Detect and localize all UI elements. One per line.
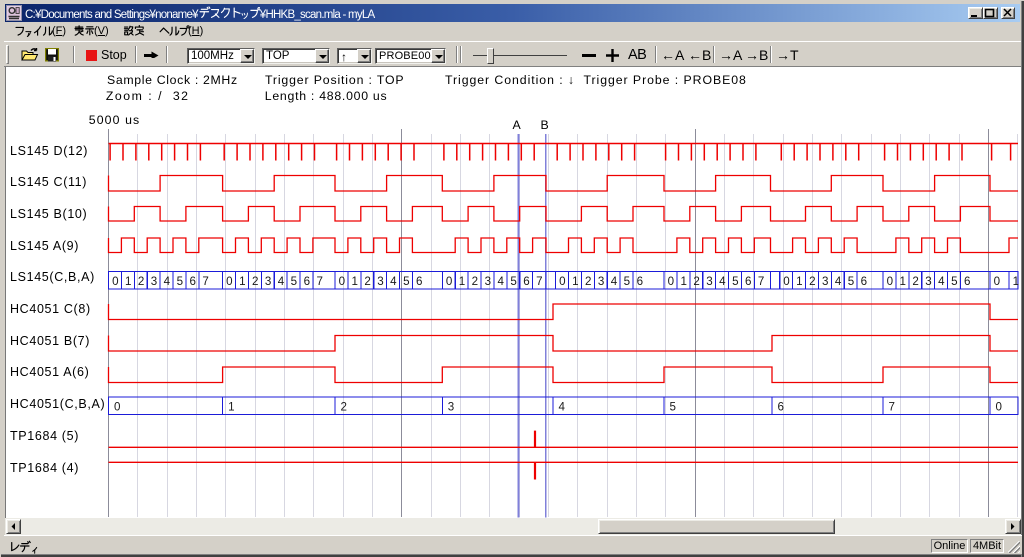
svg-text:6: 6 [861,275,867,288]
svg-text:4: 4 [164,275,171,288]
svg-text:3: 3 [925,275,931,288]
svg-text:0: 0 [226,275,232,288]
svg-text:7: 7 [202,275,208,288]
svg-text:5: 5 [624,275,630,288]
svg-text:1: 1 [459,275,465,288]
svg-text:5: 5 [732,275,738,288]
svg-text:0: 0 [446,275,452,288]
svg-text:2: 2 [252,275,258,288]
svg-text:3: 3 [822,275,828,288]
svg-text:0: 0 [112,275,118,288]
svg-text:6: 6 [637,275,643,288]
svg-text:6: 6 [964,275,970,288]
svg-text:2: 2 [585,275,591,288]
svg-text:2: 2 [364,275,370,288]
svg-text:0: 0 [339,275,345,288]
svg-text:2: 2 [912,275,918,288]
svg-text:2: 2 [472,275,478,288]
svg-text:6: 6 [778,401,784,414]
svg-text:1: 1 [228,401,234,414]
svg-text:6: 6 [745,275,751,288]
svg-text:4: 4 [719,275,726,288]
svg-text:0: 0 [783,275,789,288]
svg-text:5: 5 [951,275,957,288]
svg-text:4: 4 [938,275,945,288]
svg-text:5: 5 [177,275,183,288]
svg-text:1: 1 [351,275,357,288]
svg-text:6: 6 [416,275,422,288]
svg-text:5: 5 [848,275,854,288]
svg-text:2: 2 [341,401,347,414]
svg-text:5: 5 [670,401,676,414]
svg-text:7: 7 [536,275,542,288]
svg-text:0: 0 [559,275,565,288]
svg-text:5: 5 [510,275,516,288]
svg-text:3: 3 [377,275,383,288]
svg-text:2: 2 [693,275,699,288]
svg-text:4: 4 [390,275,397,288]
svg-text:7: 7 [316,275,322,288]
svg-text:2: 2 [138,275,144,288]
svg-text:0: 0 [114,401,120,414]
svg-text:2: 2 [809,275,815,288]
svg-text:6: 6 [523,275,529,288]
svg-text:1: 1 [572,275,578,288]
svg-text:6: 6 [189,275,195,288]
svg-text:1: 1 [239,275,245,288]
svg-text:1: 1 [680,275,686,288]
svg-text:0: 0 [996,401,1002,414]
svg-text:7: 7 [889,401,895,414]
svg-text:0: 0 [887,275,893,288]
svg-text:0: 0 [668,275,674,288]
svg-text:4: 4 [559,401,566,414]
svg-text:3: 3 [598,275,604,288]
svg-text:4: 4 [497,275,504,288]
svg-text:4: 4 [611,275,618,288]
svg-text:3: 3 [265,275,271,288]
svg-text:1: 1 [1013,275,1019,288]
svg-text:4: 4 [835,275,842,288]
svg-text:5: 5 [291,275,297,288]
svg-text:4: 4 [278,275,285,288]
svg-text:1: 1 [125,275,131,288]
svg-text:0: 0 [994,275,1000,288]
svg-text:3: 3 [485,275,491,288]
svg-text:5: 5 [403,275,409,288]
svg-text:3: 3 [706,275,712,288]
svg-text:1: 1 [796,275,802,288]
svg-text:7: 7 [758,275,764,288]
svg-text:1: 1 [899,275,905,288]
svg-text:6: 6 [304,275,310,288]
svg-text:3: 3 [448,401,454,414]
svg-text:3: 3 [151,275,157,288]
